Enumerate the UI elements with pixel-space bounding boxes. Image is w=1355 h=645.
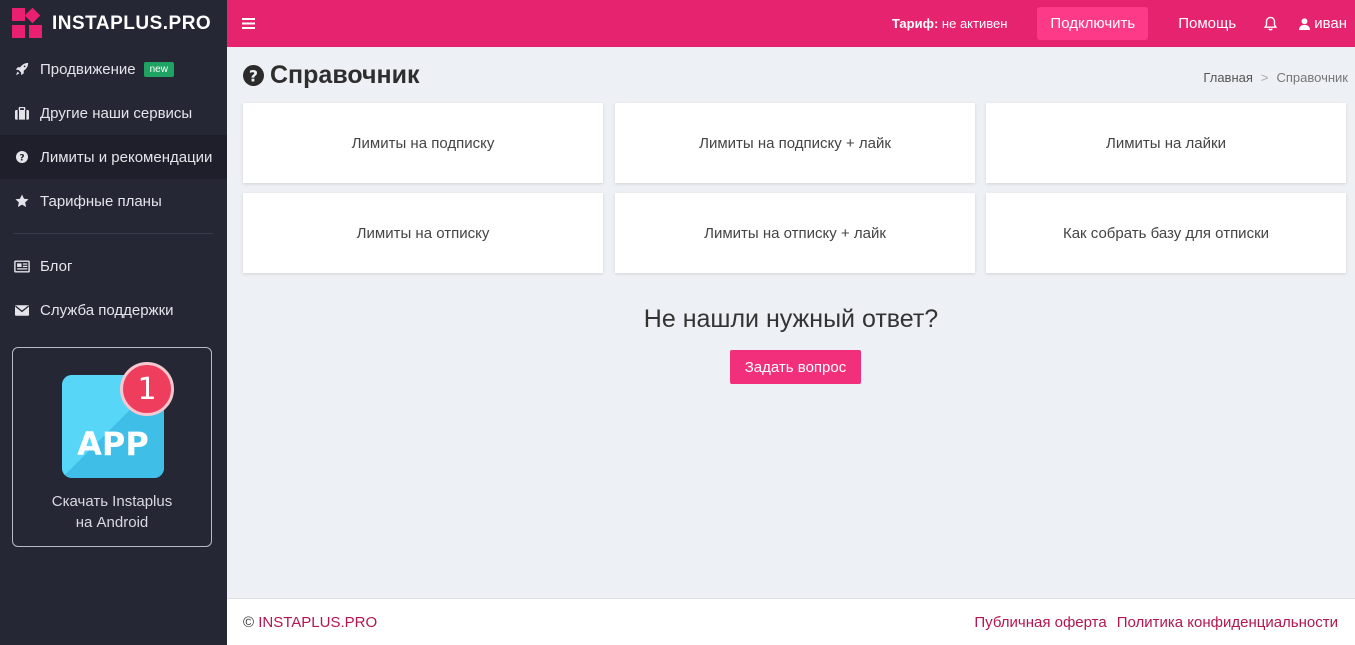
sidebar-item-limits[interactable]: ? Лимиты и рекомендации xyxy=(0,135,227,179)
topbar: Тариф: не активен Подключить Помощь иван xyxy=(227,0,1355,47)
sidebar-item-label: Лимиты и рекомендации xyxy=(40,148,213,166)
connect-button[interactable]: Подключить xyxy=(1037,7,1149,40)
tariff-label: Тариф: xyxy=(891,16,939,31)
envelope-icon xyxy=(14,302,30,318)
copyright-symbol: © xyxy=(243,613,255,631)
app-caption-line2: на Android xyxy=(75,514,149,531)
logo-text: INSTAPLUS.PRO xyxy=(52,12,212,34)
logo-icon xyxy=(12,7,44,40)
sidebar-item-promotion[interactable]: Продвижение new xyxy=(0,47,227,91)
sidebar-item-support[interactable]: Служба поддержки xyxy=(0,288,227,332)
page-title: Справочник xyxy=(270,61,420,89)
android-app-promo[interactable]: APP 1 Скачать Instaplus на Android xyxy=(12,347,212,547)
sidebar: INSTAPLUS.PRO Продвижение new Другие наш… xyxy=(0,0,227,645)
briefcase-icon xyxy=(14,105,30,121)
star-icon xyxy=(14,193,30,209)
sidebar-item-blog[interactable]: Блог xyxy=(0,244,227,288)
sidebar-item-label: Служба поддержки xyxy=(40,301,174,319)
sidebar-item-tariff-plans[interactable]: Тарифные планы xyxy=(0,179,227,223)
breadcrumb: Главная > Справочник xyxy=(1203,70,1348,85)
help-link[interactable]: Помощь xyxy=(1178,15,1236,32)
footer-brand-link[interactable]: INSTAPLUS.PRO xyxy=(258,614,377,631)
privacy-policy-link[interactable]: Политика конфиденциальности xyxy=(1117,614,1338,631)
not-found-heading: Не нашли нужный ответ? xyxy=(643,305,939,333)
tariff-value: не активен xyxy=(941,16,1008,31)
footer: © INSTAPLUS.PRO Публичная оферта Политик… xyxy=(227,598,1355,645)
card-unfollow-limits[interactable]: Лимиты на отписку xyxy=(243,193,603,273)
ask-question-button[interactable]: Задать вопрос xyxy=(730,350,861,384)
question-circle-icon: ? xyxy=(14,149,30,165)
notification-badge: 1 xyxy=(120,362,174,416)
footer-links: Публичная оферта Политика конфиденциальн… xyxy=(964,614,1338,631)
copyright: © INSTAPLUS.PRO xyxy=(243,614,377,631)
card-follow-limits[interactable]: Лимиты на подписку xyxy=(243,103,603,183)
newspaper-icon xyxy=(14,258,30,274)
card-like-limits[interactable]: Лимиты на лайки xyxy=(986,103,1346,183)
card-unfollow-base[interactable]: Как собрать базу для отписки xyxy=(986,193,1346,273)
sidebar-item-label: Продвижение xyxy=(40,60,136,78)
breadcrumb-home[interactable]: Главная xyxy=(1203,70,1252,85)
app-icon-text: APP xyxy=(77,425,149,463)
sidebar-item-label: Блог xyxy=(40,257,73,275)
sidebar-item-label: Другие наши сервисы xyxy=(40,104,193,122)
main-content: ? Справочник Главная > Справочник Лимиты н… xyxy=(227,47,1355,598)
public-offer-link[interactable]: Публичная оферта xyxy=(974,614,1106,631)
hamburger-menu-icon[interactable] xyxy=(227,0,269,47)
app-caption-line1: Скачать Instaplus xyxy=(51,493,173,510)
sidebar-divider xyxy=(14,233,213,234)
rocket-icon xyxy=(14,61,30,77)
svg-text:?: ? xyxy=(19,153,24,163)
user-icon xyxy=(1299,17,1311,30)
logo[interactable]: INSTAPLUS.PRO xyxy=(0,0,227,47)
bell-icon[interactable] xyxy=(1264,16,1278,31)
sidebar-item-other-services[interactable]: Другие наши сервисы xyxy=(0,91,227,135)
page-header: ? Справочник xyxy=(243,61,420,90)
sidebar-item-label: Тарифные планы xyxy=(40,192,162,210)
question-circle-icon: ? xyxy=(243,65,264,86)
tariff-status: Тариф: не активен xyxy=(892,16,1008,31)
card-follow-like-limits[interactable]: Лимиты на подписку + лайк xyxy=(615,103,975,183)
user-menu[interactable]: иван xyxy=(1299,15,1347,32)
topbar-right: Тариф: не активен Подключить Помощь иван xyxy=(892,0,1355,47)
breadcrumb-current: Справочник xyxy=(1276,70,1349,85)
user-name: иван xyxy=(1314,15,1347,32)
app-promo-caption: Скачать Instaplus на Android xyxy=(13,491,211,533)
new-badge: new xyxy=(143,61,174,77)
svg-text:?: ? xyxy=(249,67,258,86)
card-unfollow-like-limits[interactable]: Лимиты на отписку + лайк xyxy=(615,193,975,273)
